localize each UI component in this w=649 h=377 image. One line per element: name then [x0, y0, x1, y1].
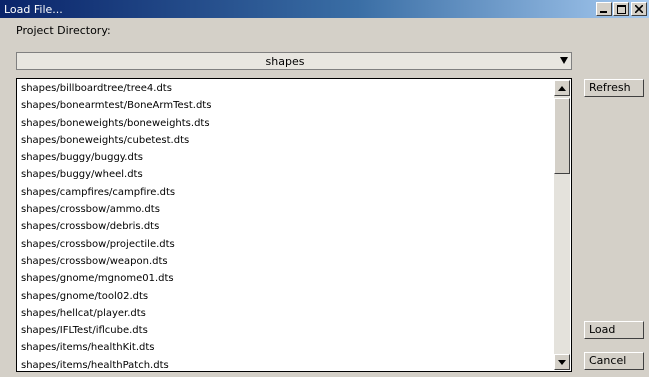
scroll-down-button[interactable] — [554, 354, 570, 370]
list-item[interactable]: shapes/buggy/buggy.dts — [17, 149, 553, 166]
refresh-button[interactable]: Refresh — [584, 79, 644, 97]
project-directory-value: shapes — [265, 55, 305, 68]
list-item[interactable]: shapes/gnome/tool02.dts — [17, 288, 553, 305]
list-item[interactable]: shapes/crossbow/projectile.dts — [17, 236, 553, 253]
list-item[interactable]: shapes/gnome/mgnome01.dts — [17, 270, 553, 287]
minimize-button[interactable] — [596, 2, 612, 16]
list-item[interactable]: shapes/crossbow/debris.dts — [17, 218, 553, 235]
maximize-button[interactable] — [613, 2, 629, 16]
window-title: Load File... — [4, 3, 63, 16]
file-list-items: shapes/billboardtree/tree4.dts shapes/bon… — [17, 80, 553, 371]
triangle-down-icon — [560, 57, 568, 64]
scroll-thumb[interactable] — [554, 98, 570, 174]
list-item[interactable]: shapes/boneweights/cubetest.dts — [17, 132, 553, 149]
maximize-icon — [616, 4, 626, 14]
list-item[interactable]: shapes/bonearmtest/BoneArmTest.dts — [17, 97, 553, 114]
load-button[interactable]: Load — [584, 321, 644, 339]
triangle-up-icon — [558, 85, 566, 91]
scroll-up-button[interactable] — [554, 80, 570, 96]
close-button[interactable] — [631, 2, 647, 16]
list-item[interactable]: shapes/campfires/campfire.dts — [17, 184, 553, 201]
list-item[interactable]: shapes/boneweights/boneweights.dts — [17, 115, 553, 132]
triangle-down-icon — [558, 359, 566, 365]
list-item[interactable]: shapes/buggy/wheel.dts — [17, 166, 553, 183]
project-directory-label: Project Directory: — [16, 24, 111, 37]
list-item[interactable]: shapes/billboardtree/tree4.dts — [17, 80, 553, 97]
list-item[interactable]: shapes/items/healthPatch.dts — [17, 357, 553, 371]
vertical-scrollbar[interactable] — [554, 80, 570, 370]
load-file-dialog: Load File... Project Directory: shapes s… — [0, 0, 649, 377]
list-item[interactable]: shapes/hellcat/player.dts — [17, 305, 553, 322]
list-item[interactable]: shapes/crossbow/weapon.dts — [17, 253, 553, 270]
title-bar[interactable]: Load File... — [0, 0, 649, 18]
list-item[interactable]: shapes/IFLTest/iflcube.dts — [17, 322, 553, 339]
minimize-icon — [600, 11, 607, 13]
file-list[interactable]: shapes/billboardtree/tree4.dts shapes/bon… — [16, 78, 572, 372]
list-item[interactable]: shapes/crossbow/ammo.dts — [17, 201, 553, 218]
close-icon — [635, 5, 643, 13]
project-directory-dropdown[interactable]: shapes — [16, 52, 572, 70]
list-item[interactable]: shapes/items/healthKit.dts — [17, 339, 553, 356]
cancel-button[interactable]: Cancel — [584, 352, 644, 370]
